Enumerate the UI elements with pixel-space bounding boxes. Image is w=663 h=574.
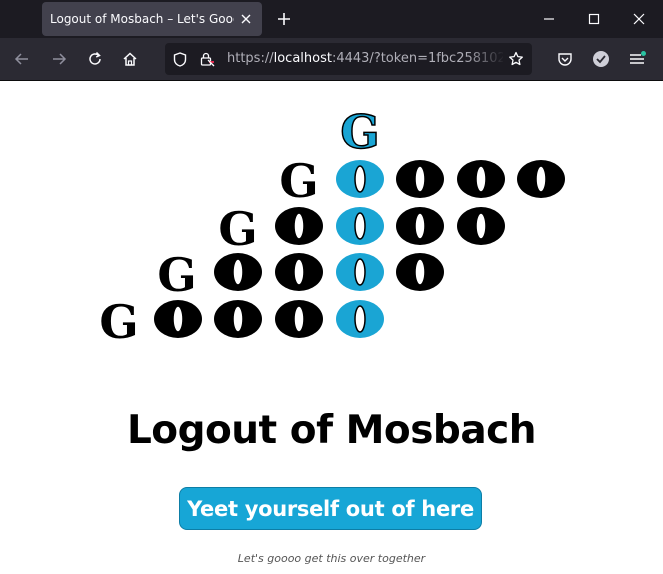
url-host: localhost [273,51,332,66]
logo-letter-o [274,252,324,292]
logo-letter-o [335,206,385,246]
logo-letter-o [395,159,445,199]
new-tab-icon[interactable] [274,9,294,29]
browser-tab[interactable]: Logout of Mosbach – Let's Goooo [42,2,262,36]
reload-icon[interactable] [85,49,105,69]
logo-letter-o [516,159,566,199]
logo-letter-o [274,206,324,246]
logo-letter-g: G [157,248,196,302]
goooo-logo: G G G G G [99,104,566,349]
back-arrow-icon[interactable] [12,49,32,69]
url-fade [465,47,505,71]
url-text[interactable]: https://localhost:4443/?token=1fbc258102… [227,51,503,66]
insecure-lock-icon[interactable] [198,50,216,68]
browser-titlebar: Logout of Mosbach – Let's Goooo [0,0,663,38]
logo-letter-o [213,252,263,292]
tab-title: Logout of Mosbach – Let's Goooo [50,12,234,26]
logo-letter-o [213,299,263,339]
logo-letter-o [395,206,445,246]
shield-icon[interactable] [171,50,189,68]
logo-letter-o [274,299,324,339]
maximize-icon[interactable] [584,9,604,29]
logo-letter-o [153,299,203,339]
logo-letter-o [395,252,445,292]
browser-toolbar: https://localhost:4443/?token=1fbc258102… [0,38,663,81]
menu-icon[interactable] [627,49,647,69]
logout-button[interactable]: Yeet yourself out of here [179,487,482,530]
logo-letter-g: G [218,202,257,256]
address-bar[interactable]: https://localhost:4443/?token=1fbc258102… [165,43,532,75]
logo-letter-o [335,252,385,292]
tagline: Let's goooo get this over together [237,552,426,565]
page-title: Logout of Mosbach [126,408,537,453]
url-scheme: https:// [227,51,274,66]
page-content: G G G G G Logout of Mosbach Yeet yoursel… [0,81,663,574]
logo-letter-o [335,299,385,339]
logo-letter-g: G [279,154,318,208]
forward-arrow-icon[interactable] [49,49,69,69]
minimize-icon[interactable] [539,9,559,29]
logo-letter-o [335,159,385,199]
extension-icon[interactable] [591,49,611,69]
close-tab-icon[interactable] [238,11,254,27]
logo-letter-g: G [340,105,379,159]
logo-letter-o [456,159,506,199]
pocket-icon[interactable] [555,49,575,69]
logo-letter-g: G [99,295,138,349]
logo-letter-o [456,206,506,246]
close-window-icon[interactable] [629,9,649,29]
bookmark-star-icon[interactable] [507,50,525,68]
home-icon[interactable] [120,49,140,69]
